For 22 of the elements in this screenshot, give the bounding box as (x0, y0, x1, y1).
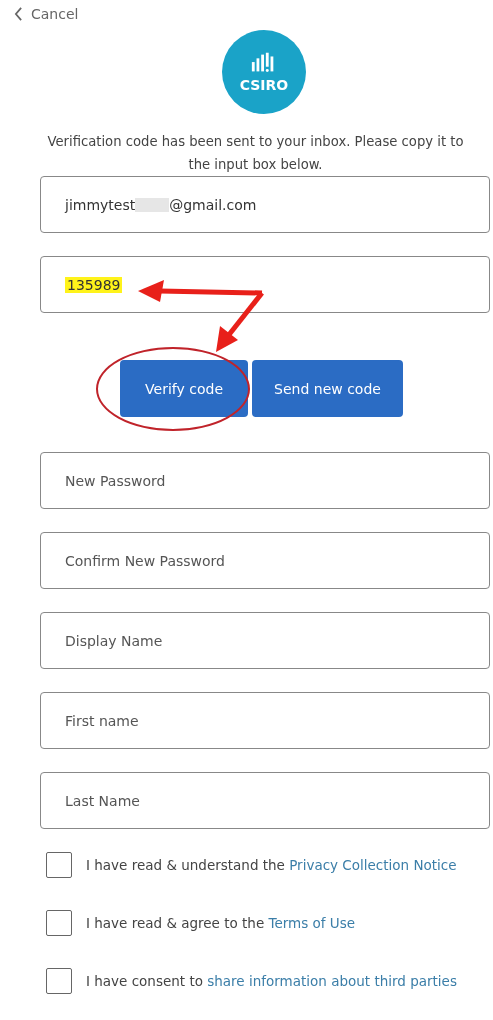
consent-text: I have consent to share information about third parties (86, 973, 457, 989)
checkbox[interactable] (46, 910, 72, 936)
code-field[interactable]: 135989 (40, 256, 490, 313)
consent-text: I have read & agree to the Terms of Use (86, 915, 356, 931)
consent-link[interactable]: share information about third parties (207, 973, 457, 989)
checkbox[interactable] (46, 968, 72, 994)
email-field[interactable]: jimmytest @gmail.com (40, 176, 490, 233)
intro-text: Verification code has been sent to your inbox. Please copy it to the input box below. (46, 133, 465, 174)
input-field[interactable]: Confirm New Password (40, 532, 490, 589)
back-chevron-icon (14, 7, 23, 21)
input-field[interactable]: Display Name (40, 612, 490, 669)
logo-text: CSIRO (239, 76, 289, 93)
consent-text: I have read & understand the Privacy Collection Notice (86, 857, 457, 873)
consent-link[interactable]: Privacy Collection Notice (289, 857, 457, 873)
checkbox[interactable] (46, 852, 72, 878)
input-field[interactable]: New Password (40, 452, 490, 509)
action-button[interactable]: Verify code (120, 360, 249, 417)
cancel-link[interactable]: Cancel (14, 6, 79, 22)
input-field[interactable]: First name (40, 692, 490, 749)
consent-link[interactable]: Terms of Use (268, 915, 356, 931)
action-button[interactable]: Send new code (252, 360, 403, 417)
input-field[interactable]: Last Name (40, 772, 490, 829)
